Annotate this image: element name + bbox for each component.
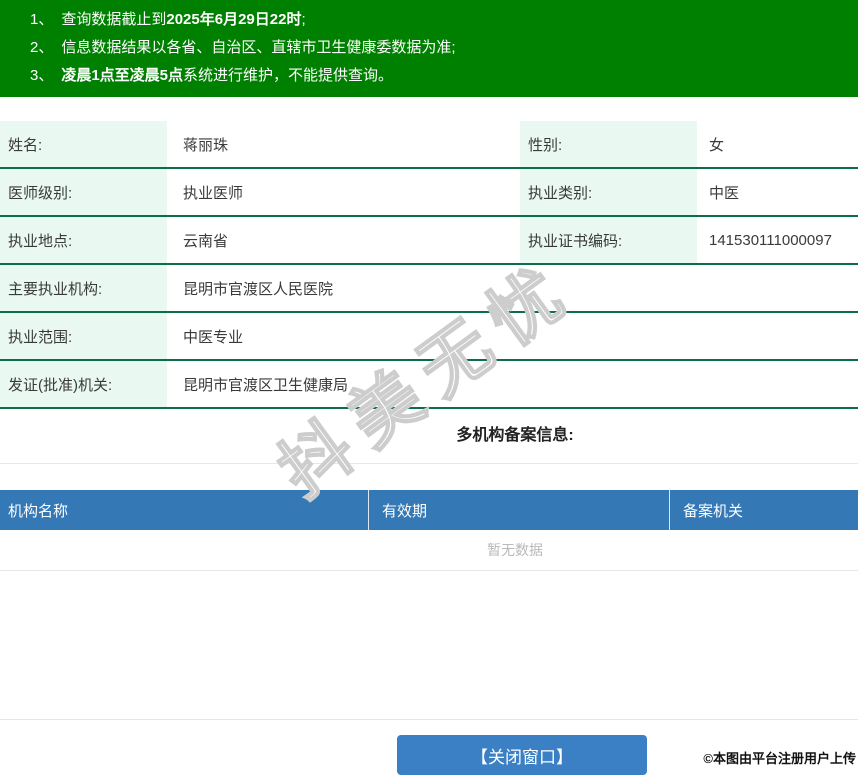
gender-label: 性别: (520, 121, 697, 167)
doctor-info-table: 姓名: 蒋丽珠 性别: 女 医师级别: 执业医师 执业类别: 中医 执业地点: … (0, 121, 858, 409)
notice-line-2: 2、 信息数据结果以各省、自治区、直辖市卫生健康委数据为准; (0, 34, 858, 62)
multi-institution-section-title: 多机构备案信息: (456, 427, 574, 444)
doctor-level-label: 医师级别: (0, 169, 167, 215)
page: 1、 查询数据截止到2025年6月29日22时; 2、 信息数据结果以各省、自治区、… (0, 0, 858, 775)
practice-scope-label: 执业范围: (0, 313, 167, 359)
practice-category-value: 中医 (709, 184, 740, 202)
notice-text: 信息数据结果以各省、自治区、直辖市卫生健康委数据为准; (61, 39, 456, 56)
practice-scope-value: 中医专业 (183, 328, 244, 346)
divider (0, 463, 858, 464)
notice-text: 系统进行维护，不能提供查询。 (183, 67, 394, 84)
upload-credit-text: ©本图由平台注册用户上传 (703, 751, 856, 766)
table-row-level-category: 医师级别: 执业医师 执业类别: 中医 (0, 169, 858, 217)
records-table-header: 机构名称 有效期 备案机关 (0, 490, 858, 530)
name-label: 姓名: (0, 121, 167, 167)
certificate-number-label: 执业证书编码: (520, 217, 697, 263)
notice-text: 查询数据截止到 (61, 11, 167, 28)
issuing-authority-label: 发证(批准)机关: (0, 361, 167, 407)
notice-number: 1、 (30, 11, 54, 28)
notice-text: ; (301, 11, 306, 28)
footer-spacer (0, 571, 858, 719)
notice-line-1: 1、 查询数据截止到2025年6月29日22时; (0, 6, 858, 34)
gender-value: 女 (709, 136, 725, 154)
column-header-institution-name: 机构名称 (8, 502, 69, 520)
table-row-issuing-authority: 发证(批准)机关: 昆明市官渡区卫生健康局 (0, 361, 858, 409)
main-institution-value: 昆明市官渡区人民医院 (183, 280, 334, 298)
notice-line-3: 3、 凌晨1点至凌晨5点系统进行维护，不能提供查询。 (0, 62, 858, 90)
table-row-name-gender: 姓名: 蒋丽珠 性别: 女 (0, 121, 858, 169)
column-header-validity-period: 有效期 (368, 490, 669, 530)
notice-number: 3、 (30, 67, 54, 84)
table-row-location-certificate: 执业地点: 云南省 执业证书编码: 141530111000097 (0, 217, 858, 265)
table-row-main-institution: 主要执业机构: 昆明市官渡区人民医院 (0, 265, 858, 313)
notice-number: 2、 (30, 39, 54, 56)
notice-bold-text: 2025年6月29日22时 (166, 11, 302, 28)
column-header-filing-authority: 备案机关 (669, 490, 858, 530)
notice-bold-text: 凌晨1点至凌晨5点 (61, 67, 184, 84)
practice-category-label: 执业类别: (520, 169, 697, 215)
main-institution-label: 主要执业机构: (0, 265, 167, 311)
issuing-authority-value: 昆明市官渡区卫生健康局 (183, 376, 349, 394)
practice-location-value: 云南省 (183, 232, 229, 250)
doctor-level-value: 执业医师 (183, 184, 244, 202)
certificate-number-value: 141530111000097 (709, 231, 832, 249)
empty-data-placeholder: 暂无数据 (0, 530, 858, 571)
name-value: 蒋丽珠 (183, 136, 229, 154)
notice-banner: 1、 查询数据截止到2025年6月29日22时; 2、 信息数据结果以各省、自治区、… (0, 0, 858, 97)
close-window-button[interactable]: 【关闭窗口】 (397, 735, 647, 775)
table-row-practice-scope: 执业范围: 中医专业 (0, 313, 858, 361)
practice-location-label: 执业地点: (0, 217, 167, 263)
